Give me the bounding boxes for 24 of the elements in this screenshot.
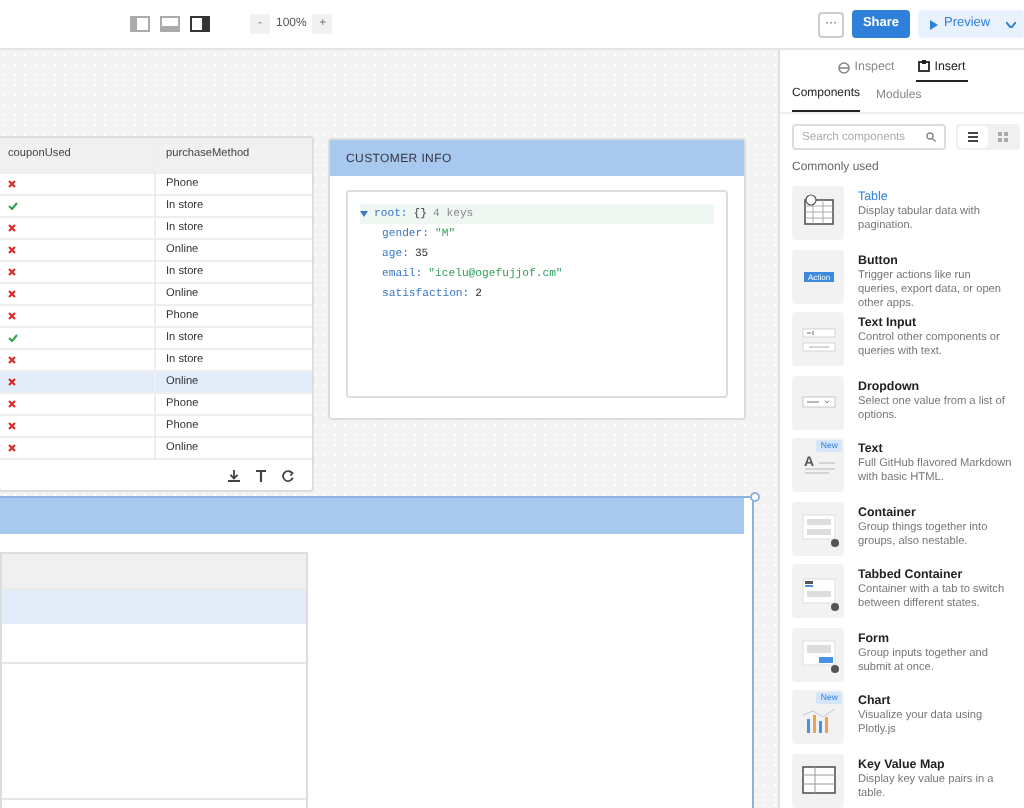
grid-icon <box>998 132 1008 142</box>
container-icon <box>801 514 839 548</box>
download-icon[interactable] <box>228 469 240 481</box>
text-input-icon <box>801 327 835 351</box>
caret-icon[interactable] <box>360 210 368 218</box>
chart-icon <box>801 707 835 733</box>
tabbed-icon <box>801 577 839 611</box>
layout-toggle-icon[interactable] <box>190 16 210 32</box>
refresh-icon[interactable] <box>282 469 294 481</box>
form-icon <box>801 640 839 674</box>
list-icon <box>968 132 978 142</box>
key-value-map-icon <box>801 766 835 794</box>
resize-handle[interactable] <box>750 492 760 502</box>
layout-toggle-icon[interactable] <box>160 16 180 32</box>
insert-icon <box>918 60 931 73</box>
table-icon <box>803 194 833 225</box>
list-view-button[interactable] <box>958 126 988 148</box>
inspect-icon <box>838 61 851 74</box>
play-icon <box>930 19 938 29</box>
dropdown-icon <box>801 396 835 408</box>
filter-icon[interactable] <box>256 469 266 481</box>
layout-toggle-icon[interactable] <box>130 16 150 32</box>
search-icon <box>926 132 936 142</box>
caret-icon[interactable] <box>1006 21 1016 27</box>
